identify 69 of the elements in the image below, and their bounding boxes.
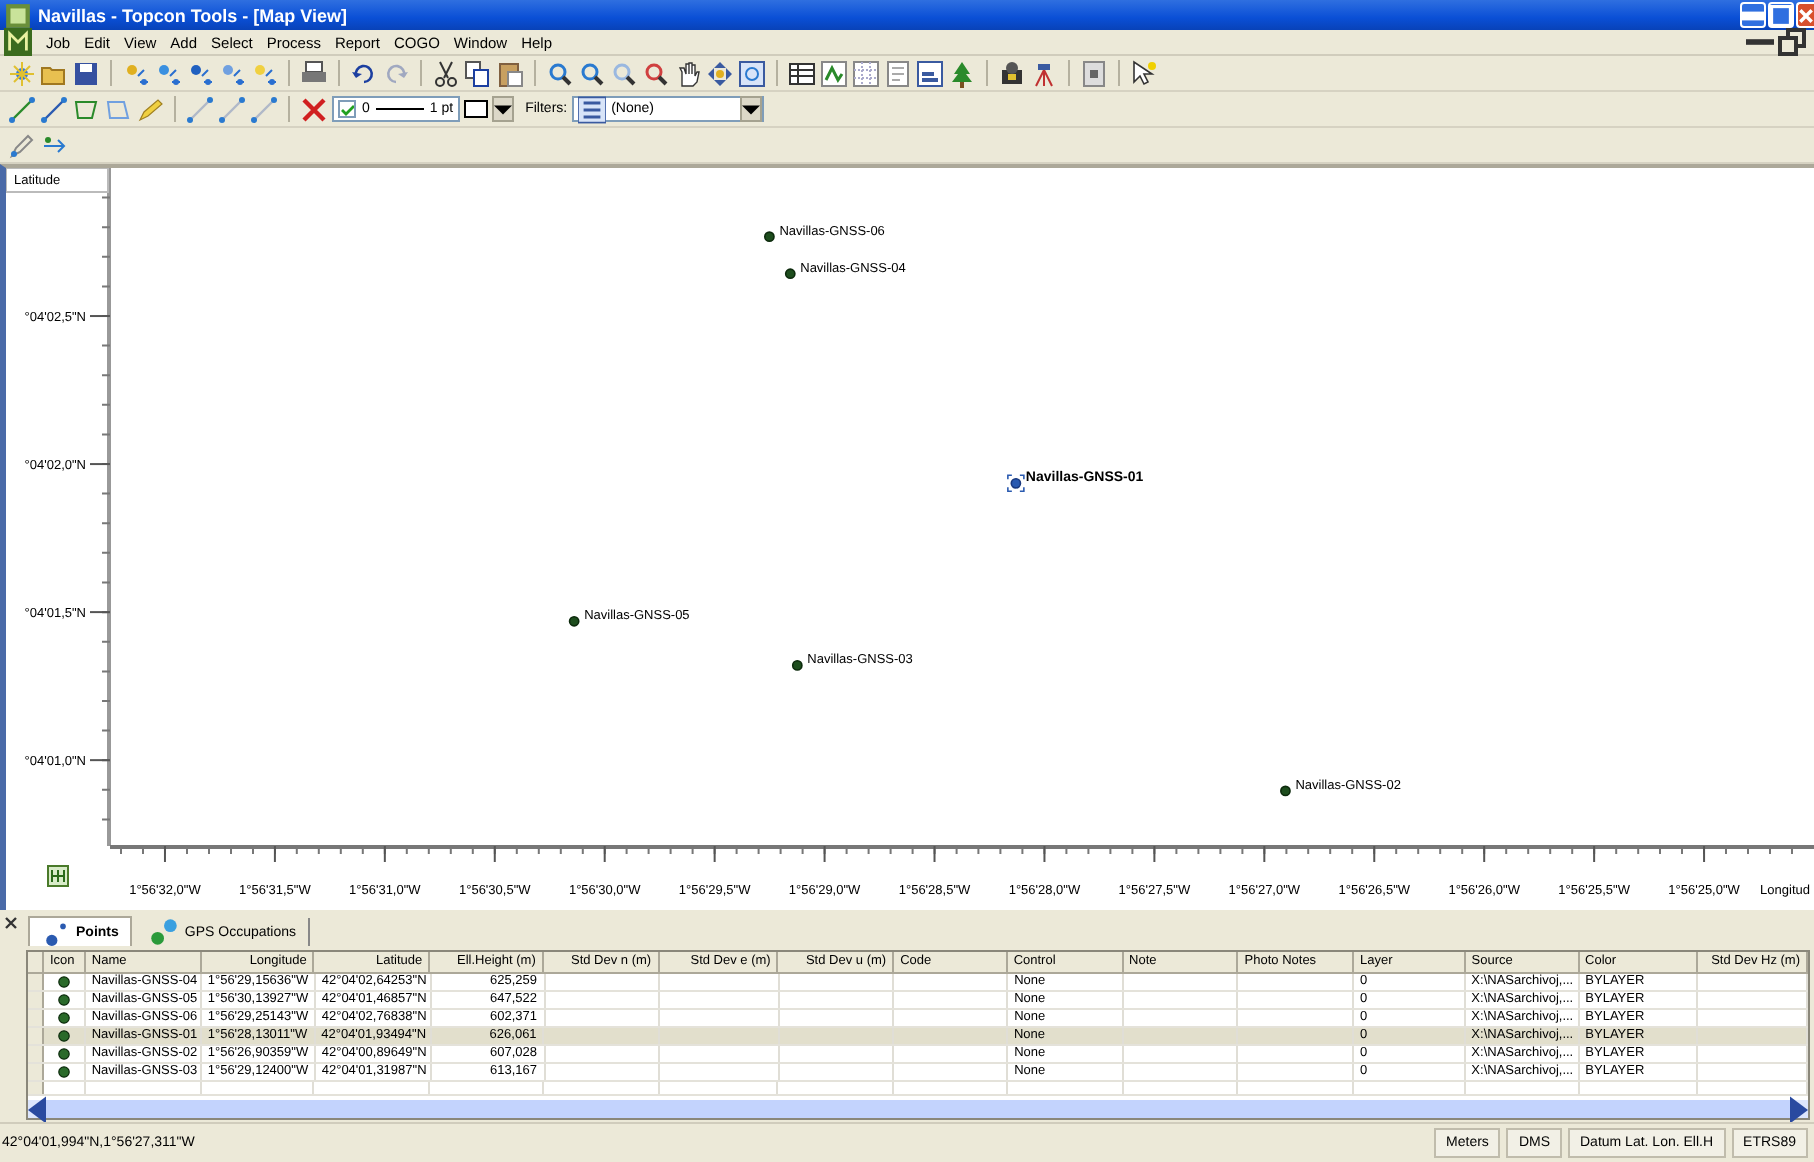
window-title: Navillas - Topcon Tools - [Map View]	[38, 5, 348, 25]
survey-point[interactable]	[568, 615, 580, 627]
hand-icon[interactable]	[674, 59, 702, 87]
tripod-icon[interactable]	[1030, 59, 1058, 87]
point-icon	[57, 994, 70, 1006]
save-icon[interactable]	[72, 59, 100, 87]
table-icon[interactable]	[788, 59, 816, 87]
receiver-icon[interactable]	[998, 59, 1026, 87]
zoom-icon[interactable]	[642, 59, 670, 87]
new-point-icon[interactable]	[8, 59, 36, 87]
dropdown-button[interactable]	[491, 96, 514, 122]
grid-icon[interactable]	[852, 59, 880, 87]
line-icon[interactable]	[40, 95, 68, 123]
survey-point[interactable]	[784, 268, 796, 280]
restore-icon[interactable]	[1778, 28, 1806, 56]
map-icon[interactable]	[820, 59, 848, 87]
point-icon	[57, 1030, 70, 1042]
point-icon[interactable]	[218, 59, 246, 87]
point-icon[interactable]	[186, 59, 214, 87]
survey-point[interactable]	[764, 231, 775, 243]
maximize-icon	[1770, 1, 1792, 29]
point-icon[interactable]	[154, 59, 182, 87]
scroll-right-icon[interactable]	[1790, 1095, 1808, 1122]
print-icon[interactable]	[300, 59, 328, 87]
zoom-icon[interactable]	[578, 59, 606, 87]
tree-icon[interactable]	[948, 59, 976, 87]
point-icon	[57, 1048, 70, 1060]
line-icon[interactable]	[250, 95, 278, 123]
point-icon	[57, 976, 70, 988]
survey-point[interactable]	[791, 660, 803, 671]
document-icon[interactable]	[884, 59, 912, 87]
copy-icon[interactable]	[464, 59, 492, 87]
zoom-icon[interactable]	[610, 59, 638, 87]
point-icon[interactable]	[122, 59, 150, 87]
point-icon[interactable]	[250, 59, 278, 87]
scroll-left-icon[interactable]	[28, 1095, 46, 1122]
undo-icon[interactable]	[350, 59, 378, 87]
minimize-button[interactable]	[1740, 2, 1766, 28]
grid-icon[interactable]	[47, 865, 69, 887]
point-icon	[57, 1066, 70, 1078]
pencil-icon[interactable]	[136, 95, 164, 123]
horizontal-scrollbar[interactable]	[28, 1100, 1808, 1118]
edit-point-icon[interactable]	[8, 131, 36, 159]
survey-point[interactable]	[1010, 477, 1022, 489]
delete-icon[interactable]	[300, 95, 328, 123]
close-button[interactable]	[1796, 2, 1814, 28]
cut-icon[interactable]	[432, 59, 460, 87]
pan-icon[interactable]	[706, 59, 734, 87]
close-icon[interactable]	[4, 916, 18, 930]
list-icon	[577, 95, 606, 123]
color-swatch[interactable]	[463, 100, 488, 118]
line-icon[interactable]	[8, 95, 36, 123]
chart-icon[interactable]	[916, 59, 944, 87]
paste-icon[interactable]	[496, 59, 524, 87]
selection-marker	[1007, 474, 1025, 493]
survey-point[interactable]	[1280, 785, 1291, 797]
maximize-button[interactable]	[1768, 2, 1794, 28]
line-icon[interactable]	[218, 95, 246, 123]
help-pointer-icon[interactable]	[1130, 59, 1158, 87]
line-icon[interactable]	[186, 95, 214, 123]
polygon-icon[interactable]	[72, 95, 100, 123]
checkbox[interactable]	[338, 100, 356, 118]
point-icon	[57, 1012, 70, 1024]
points-icon	[42, 918, 70, 946]
zoom-icon[interactable]	[546, 59, 574, 87]
satellite-icon	[150, 918, 179, 946]
zoom-extents-icon[interactable]	[738, 59, 766, 87]
app-icon	[4, 1, 32, 29]
app-icon	[4, 28, 32, 56]
